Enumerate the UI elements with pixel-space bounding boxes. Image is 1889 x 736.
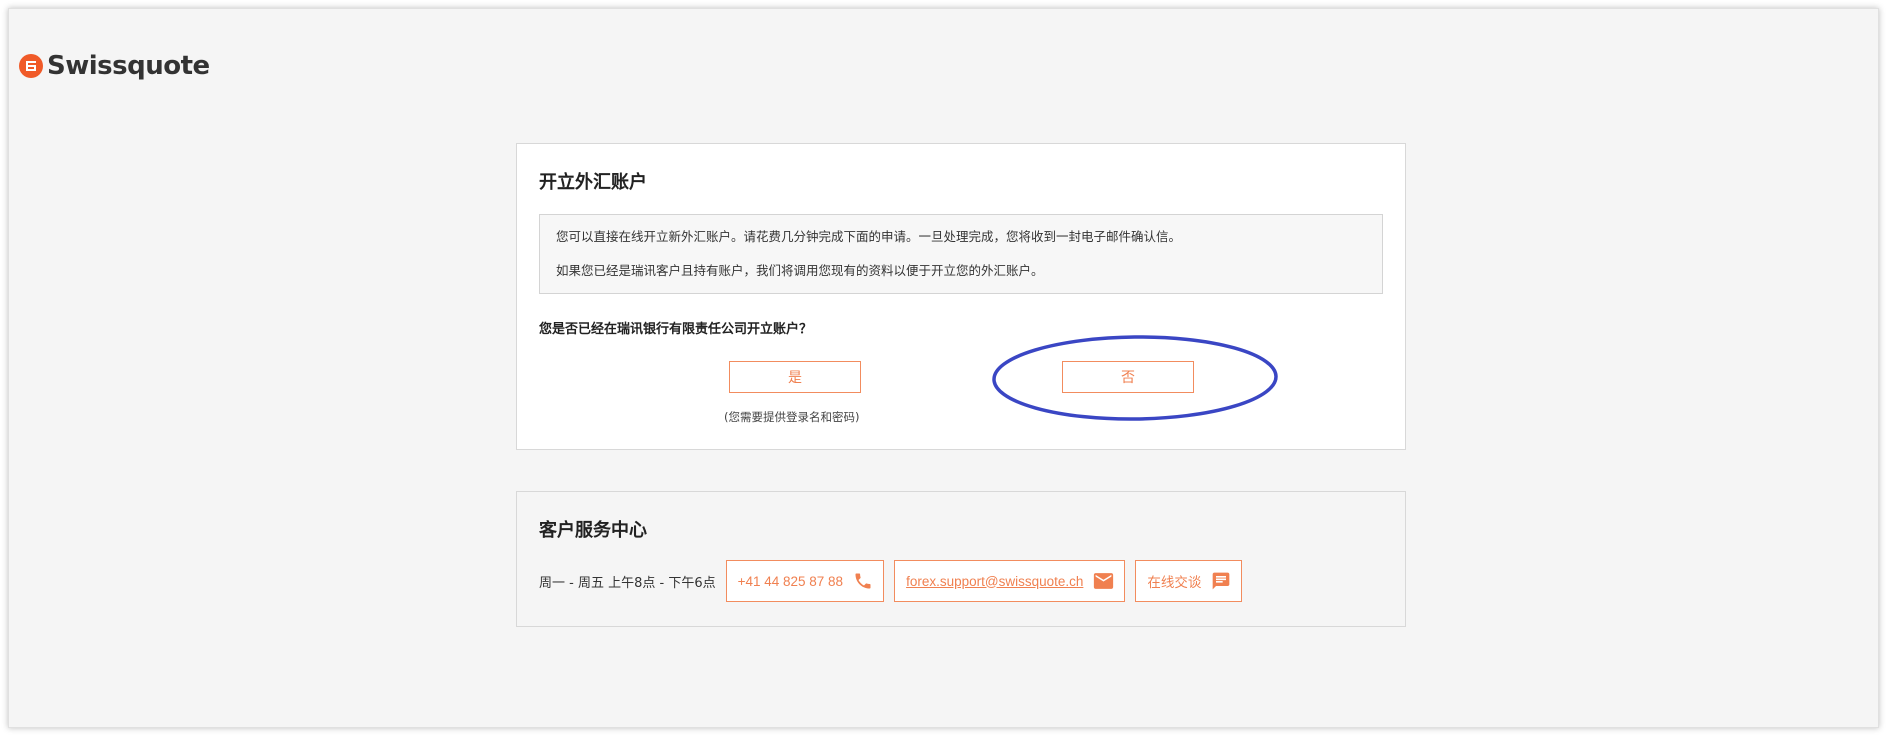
yes-button-note: (您需要提供登录名和密码) [724, 410, 860, 424]
service-hours: 周一 - 周五 上午8点 - 下午6点 [539, 575, 716, 591]
brand-name: Swissquote [47, 51, 210, 81]
phone-contact-button[interactable]: +41 44 825 87 88 [725, 560, 885, 602]
info-text-existing-client: 如果您已经是瑞讯客户且持有账户，我们将调用您现有的资料以便于开立您的外汇账户。 [556, 263, 1044, 278]
chat-icon [1211, 571, 1231, 591]
phone-number: +41 44 825 87 88 [737, 573, 844, 589]
live-chat-label: 在线交谈 [1147, 575, 1202, 590]
email-address-link[interactable]: forex.support@swissquote.ch [906, 574, 1083, 589]
phone-icon [853, 571, 873, 591]
swissquote-logo-icon [19, 54, 43, 78]
yes-button[interactable]: 是 [729, 361, 861, 393]
existing-account-question: 您是否已经在瑞讯银行有限责任公司开立账户？ [539, 322, 813, 337]
open-account-info: 您可以直接在线开立新外汇账户。请花费几分钟完成下面的申请。一旦处理完成，您将收到… [539, 214, 1383, 294]
info-text-new-account: 您可以直接在线开立新外汇账户。请花费几分钟完成下面的申请。一旦处理完成，您将收到… [556, 229, 1182, 244]
contact-row: 周一 - 周五 上午8点 - 下午6点 +41 44 825 87 88 for… [539, 560, 1243, 602]
email-icon [1093, 572, 1114, 590]
open-account-title: 开立外汇账户 [539, 172, 647, 193]
customer-service-title: 客户服务中心 [539, 520, 647, 541]
live-chat-button[interactable]: 在线交谈 [1135, 560, 1243, 602]
email-contact-button[interactable]: forex.support@swissquote.ch [894, 560, 1126, 602]
customer-service-card: 客户服务中心 周一 - 周五 上午8点 - 下午6点 +41 44 825 87… [516, 491, 1406, 627]
no-button[interactable]: 否 [1062, 361, 1194, 393]
brand-logo[interactable]: Swissquote [19, 51, 210, 81]
open-account-card: 开立外汇账户 您可以直接在线开立新外汇账户。请花费几分钟完成下面的申请。一旦处理… [516, 143, 1406, 450]
page-frame: Swissquote 开立外汇账户 您可以直接在线开立新外汇账户。请花费几分钟完… [8, 8, 1879, 728]
